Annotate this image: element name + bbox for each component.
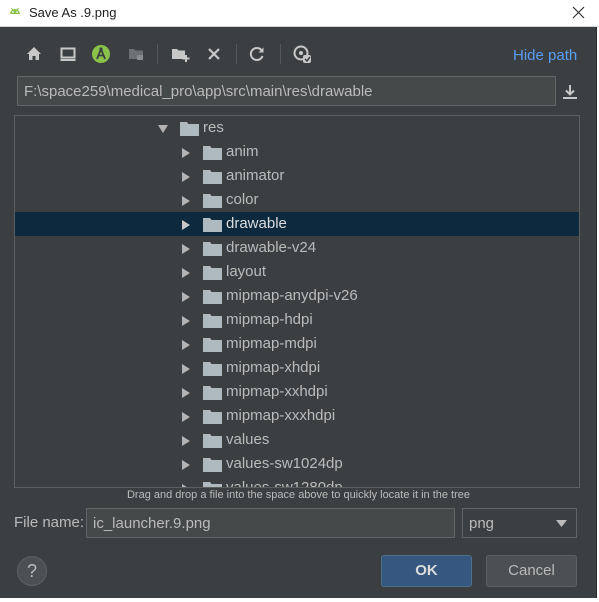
file-type-value: png xyxy=(469,515,495,532)
delete-icon[interactable] xyxy=(203,43,225,65)
desktop-icon[interactable] xyxy=(57,43,79,65)
tree-item-selected[interactable]: drawable xyxy=(15,212,579,236)
home-icon[interactable] xyxy=(23,43,45,65)
folder-icon xyxy=(203,458,222,472)
chevron-right-icon[interactable] xyxy=(180,219,192,231)
file-tree[interactable]: res anim animator color drawable drawabl… xyxy=(14,115,580,488)
chevron-right-icon[interactable] xyxy=(180,243,192,255)
folder-icon xyxy=(203,146,222,160)
folder-icon xyxy=(203,290,222,304)
close-icon[interactable] xyxy=(566,2,590,24)
tree-item-label: mipmap-xxxhdpi xyxy=(226,407,336,424)
tree-item-label: values-sw1280dp xyxy=(226,479,343,488)
module-icon[interactable] xyxy=(125,43,147,65)
show-hidden-icon[interactable] xyxy=(291,43,313,65)
path-input[interactable]: F:\space259\medical_pro\app\src\main\res… xyxy=(17,76,556,106)
chevron-right-icon[interactable] xyxy=(180,363,192,375)
chevron-right-icon[interactable] xyxy=(180,339,192,351)
folder-icon xyxy=(203,362,222,376)
file-name-label: File name: xyxy=(14,514,85,531)
folder-icon xyxy=(203,314,222,328)
folder-icon xyxy=(203,338,222,352)
folder-icon xyxy=(203,218,222,232)
help-button[interactable]: ? xyxy=(17,556,47,586)
chevron-right-icon[interactable] xyxy=(180,483,192,488)
tree-item[interactable]: mipmap-hdpi xyxy=(15,308,579,332)
chevron-right-icon[interactable] xyxy=(180,435,192,447)
chevron-down-icon xyxy=(556,520,567,527)
tree-item[interactable]: values-sw1024dp xyxy=(15,452,579,476)
chevron-right-icon[interactable] xyxy=(180,387,192,399)
chevron-right-icon[interactable] xyxy=(180,147,192,159)
chevron-right-icon[interactable] xyxy=(180,171,192,183)
file-type-select[interactable]: png xyxy=(462,508,577,538)
chevron-right-icon[interactable] xyxy=(180,315,192,327)
tree-item-label: values-sw1024dp xyxy=(226,455,343,472)
window-title: Save As .9.png xyxy=(29,5,117,20)
chevron-right-icon[interactable] xyxy=(180,291,192,303)
new-folder-icon[interactable] xyxy=(169,43,191,65)
chevron-down-icon[interactable] xyxy=(157,123,169,135)
window-edge xyxy=(0,598,599,602)
file-name-input[interactable]: ic_launcher.9.png xyxy=(86,508,455,538)
tree-item-label: values xyxy=(226,431,270,448)
tree-item[interactable]: anim xyxy=(15,140,579,164)
tree-item[interactable]: values xyxy=(15,428,579,452)
tree-item-label: anim xyxy=(226,143,259,160)
tree-item-label: mipmap-hdpi xyxy=(226,311,313,328)
ok-button[interactable]: OK xyxy=(381,555,472,587)
tree-item[interactable]: mipmap-xxhdpi xyxy=(15,380,579,404)
tree-item[interactable]: color xyxy=(15,188,579,212)
tree-item-label: color xyxy=(226,191,259,208)
cancel-button[interactable]: Cancel xyxy=(486,555,577,587)
chevron-right-icon[interactable] xyxy=(180,411,192,423)
refresh-icon[interactable] xyxy=(246,43,268,65)
drag-drop-hint: Drag and drop a file into the space abov… xyxy=(126,489,471,501)
android-icon xyxy=(10,7,20,14)
tree-item-label: mipmap-xhdpi xyxy=(226,359,321,376)
tree-item-label: animator xyxy=(226,167,285,184)
tree-item-res[interactable]: res xyxy=(15,116,579,140)
tree-item[interactable]: layout xyxy=(15,260,579,284)
folder-icon xyxy=(203,386,222,400)
folder-icon xyxy=(203,410,222,424)
chevron-right-icon[interactable] xyxy=(180,267,192,279)
tree-item[interactable]: mipmap-xxxhdpi xyxy=(15,404,579,428)
tree-item-label: layout xyxy=(226,263,267,280)
tree-item[interactable]: mipmap-mdpi xyxy=(15,332,579,356)
folder-icon xyxy=(203,242,222,256)
save-dialog: Hide path F:\space259\medical_pro\app\sr… xyxy=(0,27,597,598)
download-icon[interactable] xyxy=(560,82,580,102)
folder-icon xyxy=(203,266,222,280)
tree-item[interactable]: mipmap-anydpi-v26 xyxy=(15,284,579,308)
chevron-right-icon[interactable] xyxy=(180,459,192,471)
tree-item-label: mipmap-mdpi xyxy=(226,335,317,352)
tree-item[interactable]: animator xyxy=(15,164,579,188)
folder-icon xyxy=(203,194,222,208)
hide-path-link[interactable]: Hide path xyxy=(513,47,577,64)
folder-icon xyxy=(203,482,222,487)
tree-item-label: drawable xyxy=(226,215,287,232)
tree-item[interactable]: mipmap-xhdpi xyxy=(15,356,579,380)
tree-item[interactable]: values-sw1280dp xyxy=(15,476,579,488)
chevron-right-icon[interactable] xyxy=(180,195,192,207)
tree-item-label: res xyxy=(203,119,224,136)
title-bar: Save As .9.png xyxy=(0,0,599,27)
folder-icon xyxy=(180,122,199,136)
tree-item-label: drawable-v24 xyxy=(226,239,317,256)
tree-item-label: mipmap-xxhdpi xyxy=(226,383,328,400)
tree-item[interactable]: drawable-v24 xyxy=(15,236,579,260)
folder-icon xyxy=(203,434,222,448)
android-project-icon[interactable] xyxy=(90,43,112,65)
tree-item-label: mipmap-anydpi-v26 xyxy=(226,287,358,304)
folder-icon xyxy=(203,170,222,184)
